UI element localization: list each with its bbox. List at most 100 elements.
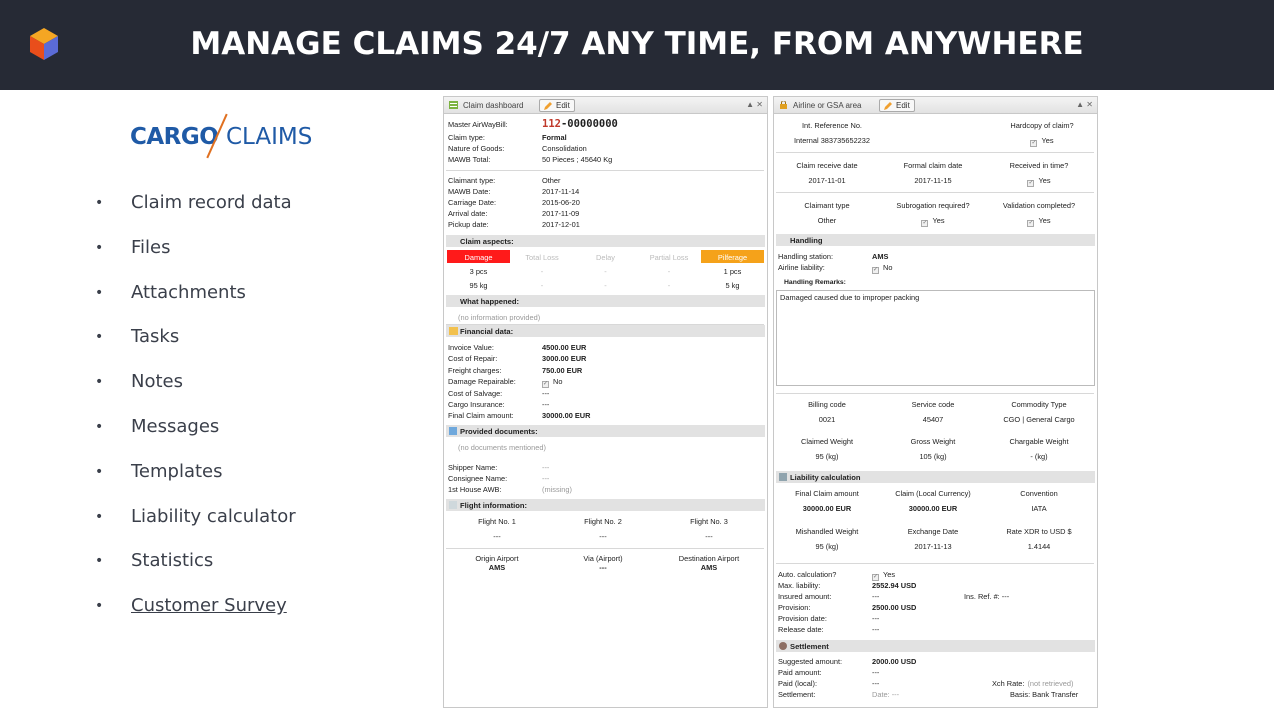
money-icon xyxy=(449,327,458,335)
field-value-text: 2015-06-20 xyxy=(542,198,580,207)
feature-label: Claim record data xyxy=(131,192,292,213)
edit-button[interactable]: Edit xyxy=(879,99,915,112)
field-value: 2500.00 USD xyxy=(872,603,916,612)
bullet-icon: • xyxy=(95,329,104,346)
field-label: Cost of Salvage: xyxy=(448,388,503,398)
divider xyxy=(446,548,764,549)
grid-value: 2017-11-13 xyxy=(880,542,986,551)
grid-value: ✓ Yes xyxy=(986,216,1092,227)
grid-header: Via (Airport) xyxy=(583,554,623,563)
feature-label: Notes xyxy=(131,371,183,393)
lock-icon xyxy=(780,101,787,109)
aspect-pcs: 1 pcs xyxy=(723,267,742,276)
customer-survey-link[interactable]: • Customer Survey xyxy=(95,593,296,638)
handling-remarks-title: Handling Remarks: xyxy=(784,279,846,286)
feature-item: • Statistics xyxy=(95,548,296,593)
aspect-delay: Delay xyxy=(574,250,637,263)
feature-list: • Claim record data • Files • Attachments •… xyxy=(95,190,296,638)
field-value: --- xyxy=(872,625,879,634)
panel-title: Airline or GSA area xyxy=(793,101,862,110)
field-label: Auto. calculation? xyxy=(778,570,837,579)
grid-header: Subrogation required? xyxy=(896,201,970,210)
grid-value: AMS xyxy=(444,563,550,572)
field-label: Provision: xyxy=(778,603,811,612)
grid-value: ✓ Yes xyxy=(984,136,1100,147)
awb-label: Master AirWayBill: xyxy=(448,120,508,129)
field-value: 750.00 EUR xyxy=(542,366,582,375)
field-value-text: No xyxy=(883,263,893,272)
pencil-icon xyxy=(884,102,892,110)
field-value-text: 750.00 EUR xyxy=(542,365,583,375)
field-value: ✓ No xyxy=(542,377,562,389)
grid-value: 30000.00 EUR xyxy=(774,504,880,513)
liability-calculation-section-label: Liability calculation xyxy=(790,473,861,482)
grid-value-text: Yes xyxy=(932,216,945,225)
field-value: --- xyxy=(542,400,549,409)
grid-value-text: 2017-11-13 xyxy=(914,542,952,551)
grid-value-text: 105 (kg) xyxy=(919,452,947,461)
field-value-text: --- xyxy=(542,463,550,472)
grid-value-text: 0021 xyxy=(818,415,836,424)
aspect-name: Total Loss xyxy=(525,253,559,262)
xch-value: (not retrieved) xyxy=(1027,679,1074,688)
field-value: --- xyxy=(542,389,549,398)
collapse-close-controls[interactable]: ▲ ✕ xyxy=(1076,100,1093,109)
documents-icon xyxy=(449,427,457,435)
field-value: --- xyxy=(872,668,879,677)
field-label: Claimant type: xyxy=(448,176,496,185)
field-value: ✓ Yes xyxy=(872,570,895,581)
divider xyxy=(446,170,764,171)
field-label: Provision date: xyxy=(778,614,827,623)
checkbox-icon: ✓ xyxy=(921,220,929,227)
edit-button[interactable]: Edit xyxy=(539,99,575,112)
grid-value-text: 95 (kg) xyxy=(815,542,839,551)
field-value-text: (missing) xyxy=(542,485,572,494)
field-value: (missing) xyxy=(542,485,572,494)
field-value: 2017-12-01 xyxy=(542,220,580,229)
pencil-icon xyxy=(544,102,552,110)
field-value: Formal xyxy=(542,133,567,142)
grid-value: CGO | General Cargo xyxy=(986,415,1092,424)
collapse-close-controls[interactable]: ▲ ✕ xyxy=(746,100,763,109)
field-label: MAWB Date: xyxy=(448,187,491,196)
field-value-text: 2017-12-01 xyxy=(542,220,580,229)
grid-value-text: Yes xyxy=(1038,216,1051,225)
grid-header: Claimant type xyxy=(804,201,850,210)
field-label: Arrival date: xyxy=(448,209,488,218)
grid-value-text: 2017-11-01 xyxy=(808,176,846,185)
field-label: Release date: xyxy=(778,625,824,634)
handling-remarks-textarea[interactable]: Damaged caused due to improper packing xyxy=(776,290,1095,386)
settlement-section-label: Settlement xyxy=(790,642,829,651)
grid-header: Gross Weight xyxy=(910,437,956,446)
feature-item: • Tasks xyxy=(95,324,296,369)
checkbox-icon: ✓ xyxy=(1027,180,1035,187)
field-value-text: --- xyxy=(542,388,550,398)
awb-number: -00000000 xyxy=(560,118,618,130)
aspect-kg: - xyxy=(667,281,671,290)
checkbox-icon: ✓ xyxy=(1030,140,1038,147)
claim-aspects-section-label: Claim aspects: xyxy=(460,237,514,246)
divider xyxy=(776,152,1094,153)
grid-header: Claim receive date xyxy=(796,161,858,170)
grid-value: Other xyxy=(774,216,880,225)
what-happened-section: What happened: xyxy=(446,295,765,307)
aspect-kg: - xyxy=(604,281,607,290)
field-value: 4500.00 EUR xyxy=(542,343,586,352)
panel-header: Airline or GSA area Edit ▲ ✕ xyxy=(774,97,1097,114)
grid-value: 2017-11-15 xyxy=(880,176,986,185)
field-label: Shipper Name: xyxy=(448,463,498,472)
field-value: 3000.00 EUR xyxy=(542,354,586,363)
field-label: 1st House AWB: xyxy=(448,485,502,494)
field-label: Airline liability: xyxy=(778,263,825,272)
field-value-text: 2552.94 USD xyxy=(872,581,917,590)
feature-label[interactable]: Customer Survey xyxy=(131,595,287,616)
awb-prefix: 112 xyxy=(542,118,561,130)
field-value-text: Formal xyxy=(542,133,567,142)
claim-aspects-section: Claim aspects: xyxy=(446,235,765,247)
grid-value: 30000.00 EUR xyxy=(880,504,986,513)
checkbox-icon: ✓ xyxy=(872,574,879,581)
brand-part-claims: CLAIMS xyxy=(226,124,313,150)
feature-label: Attachments xyxy=(131,281,246,303)
aspect-name: Pilferage xyxy=(717,253,748,262)
field-value-text: Date: --- xyxy=(872,690,900,699)
